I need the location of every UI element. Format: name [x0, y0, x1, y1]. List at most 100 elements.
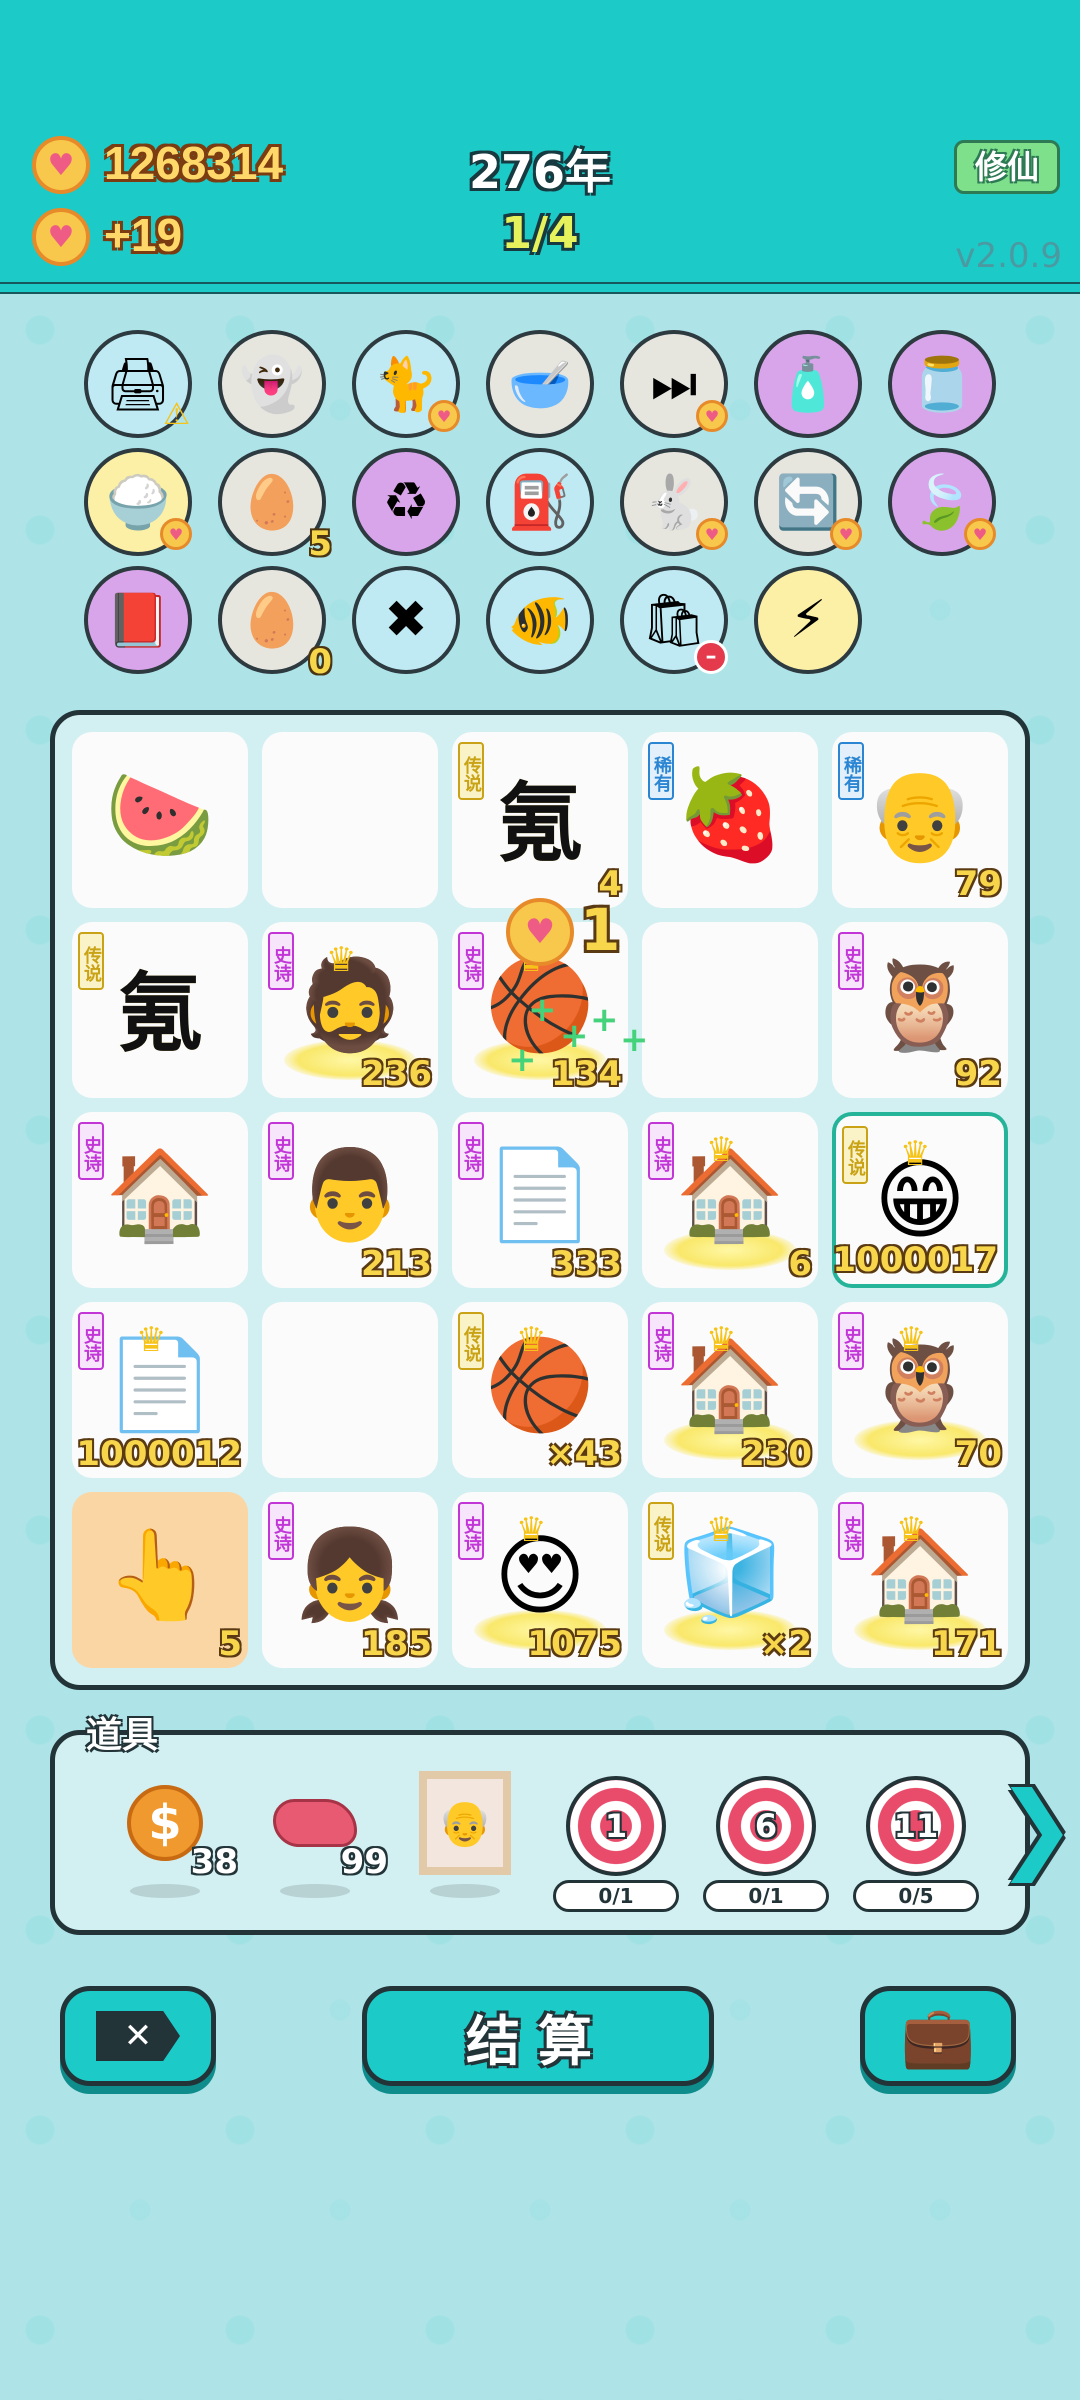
heart-badge-icon: ♥: [830, 518, 862, 550]
target-label: 6: [754, 1807, 778, 1845]
lightning-glyph: ⚡: [789, 590, 827, 650]
board-tile-watermelon[interactable]: 🍉: [72, 732, 248, 908]
prop-coin-token[interactable]: $ 38: [110, 1778, 238, 1898]
board-tile-rabbit-house[interactable]: 🏠 史诗: [72, 1112, 248, 1288]
board-tile-bearded-king[interactable]: 🧔 ♛ 史诗 236: [262, 922, 438, 1098]
cultivation-mode-button[interactable]: 修仙: [954, 140, 1060, 194]
board-tile-empty[interactable]: [262, 1302, 438, 1478]
egg-tray-glyph: 🥚: [239, 472, 305, 533]
tile-count: 236: [361, 1054, 432, 1094]
target-6[interactable]: 6: [716, 1776, 816, 1876]
recycle-icon[interactable]: ♻: [352, 448, 460, 556]
leaf-icon[interactable]: 🍃 ♥: [888, 448, 996, 556]
blocked-icon: –: [694, 640, 728, 674]
board-tile-qi-char[interactable]: 氪传说: [72, 922, 248, 1098]
jar-icon[interactable]: 🫙: [888, 330, 996, 438]
crown-icon: ♛: [136, 1320, 167, 1360]
cat-icon[interactable]: 🐈 ♥: [352, 330, 460, 438]
board-tile-old-man-face[interactable]: 👨 史诗 213: [262, 1112, 438, 1288]
board-tile-basketball-king[interactable]: 🏀 ♛ 传说 ×43: [452, 1302, 628, 1478]
skip-icon[interactable]: ⏭ ♥: [620, 330, 728, 438]
settle-button[interactable]: 结算: [362, 1986, 714, 2086]
crown-icon: ♛: [900, 1134, 931, 1174]
rarity-tag: 稀有: [648, 742, 674, 800]
income-heart-icon: ♥: [32, 208, 90, 266]
heart-badge-icon: ♥: [696, 518, 728, 550]
ghost-icon[interactable]: 👻: [218, 330, 326, 438]
board-tile-ctrl-c-ctrl-v-king[interactable]: 📄 ♛ 史诗 1000012: [72, 1302, 248, 1478]
rarity-tag: 史诗: [78, 1312, 104, 1370]
warning-icon: ⚠: [163, 397, 190, 432]
reward-amount: 1: [580, 896, 621, 964]
rarity-tag: 传说: [78, 932, 104, 990]
pump-glyph: ⛽: [507, 472, 573, 533]
board-tile-rabbit-house-king[interactable]: 🏠 ♛ 史诗 6: [642, 1112, 818, 1288]
prop-shadow: [430, 1884, 500, 1898]
printer-glyph: 🖨: [104, 354, 171, 415]
fish-tank-icon[interactable]: 🐠: [486, 566, 594, 674]
rarity-tag: 稀有: [838, 742, 864, 800]
crown-icon: ♛: [516, 1510, 547, 1550]
exit-button[interactable]: ✕: [60, 1986, 216, 2086]
tile-count: ×2: [759, 1624, 812, 1664]
board-tile-old-owl[interactable]: 🦉 史诗 92: [832, 922, 1008, 1098]
rice-bowl-glyph: 🍚: [105, 472, 171, 533]
empty-art: [262, 740, 438, 890]
refresh-icon[interactable]: 🔄 ♥: [754, 448, 862, 556]
spray-bottle-glyph: 🧴: [775, 354, 841, 415]
target-1[interactable]: 1: [566, 1776, 666, 1876]
board-tile-bald-man[interactable]: 👴 稀有 79: [832, 732, 1008, 908]
prop-shadow: [280, 1884, 350, 1898]
board-tile-ctrl-c-ctrl-v[interactable]: 📄 史诗 333: [452, 1112, 628, 1288]
board-tile-empty[interactable]: [642, 922, 818, 1098]
board-tile-braided-girl[interactable]: 👧 史诗 185: [262, 1492, 438, 1668]
sparkle-plus-icon: +: [560, 1016, 589, 1056]
prop-liver[interactable]: 99: [260, 1778, 388, 1898]
board-tile-fridge-king[interactable]: 🧊 ♛ 传说 ×2: [642, 1492, 818, 1668]
tile-count: 185: [361, 1624, 432, 1664]
rarity-tag: 史诗: [838, 932, 864, 990]
printer-icon[interactable]: 🖨 ⚠: [84, 330, 192, 438]
rarity-tag: 传说: [648, 1502, 674, 1560]
board-tile-pointing-hand[interactable]: 👆 5: [72, 1492, 248, 1668]
board-tile-empty[interactable]: [262, 732, 438, 908]
tile-count: 213: [361, 1244, 432, 1284]
board-tile-love-bearded-king[interactable]: 😍 ♛ 史诗 1075: [452, 1492, 628, 1668]
board-tile-owl-king[interactable]: 🦉 ♛ 史诗 70: [832, 1302, 1008, 1478]
empty-art: [262, 1310, 438, 1460]
spray-bottle-icon[interactable]: 🧴: [754, 330, 862, 438]
pet-bowl-icon[interactable]: 🥣: [486, 330, 594, 438]
rabbit-icon[interactable]: 🐇 ♥: [620, 448, 728, 556]
tile-count: 6: [788, 1244, 812, 1284]
rarity-tag: 传说: [842, 1126, 868, 1184]
egg-tray-empty-icon[interactable]: 🥚 0: [218, 566, 332, 682]
board-tile-qi-char[interactable]: 氪传说 4: [452, 732, 628, 908]
next-arrow-icon[interactable]: ❯: [996, 1772, 1076, 1882]
egg-tray-icon[interactable]: 🥚 5: [218, 448, 332, 564]
leaf-glyph: 🍃: [909, 472, 975, 533]
crown-icon: ♛: [706, 1510, 737, 1550]
pump-icon[interactable]: ⛽: [486, 448, 594, 556]
time-magazine-icon[interactable]: 📕: [84, 566, 192, 674]
stage-progress: 1/4: [501, 208, 579, 259]
rarity-tag: 史诗: [268, 1122, 294, 1180]
prop-portrait-frame[interactable]: 👴: [410, 1771, 520, 1898]
time-magazine-glyph: 📕: [105, 590, 171, 651]
rice-bowl-icon[interactable]: 🍚 ♥: [84, 448, 192, 556]
chopsticks-icon[interactable]: ✖: [352, 566, 460, 674]
tile-count: 92: [954, 1054, 1002, 1094]
tile-count: 1000017: [832, 1240, 998, 1280]
rabbit-glyph: 🐇: [641, 472, 707, 533]
coin-total: 1268314: [104, 137, 284, 189]
crown-icon: ♛: [326, 940, 357, 980]
board-tile-rabbit-house-king[interactable]: 🏠 ♛ 史诗 230: [642, 1302, 818, 1478]
lightning-icon[interactable]: ⚡: [754, 566, 862, 674]
portrait-frame-icon: 👴: [410, 1771, 520, 1875]
trash-bag-icon[interactable]: 🛍 –: [620, 566, 728, 674]
board-tile-grinning-king[interactable]: 😁 ♛ 传说 1000017: [832, 1112, 1008, 1288]
target-11[interactable]: 11: [866, 1776, 966, 1876]
chopsticks-glyph: ✖: [384, 590, 428, 650]
bag-button[interactable]: 💼: [860, 1986, 1016, 2086]
board-tile-lychee[interactable]: 🍓 稀有: [642, 732, 818, 908]
board-tile-rabbit-house-king[interactable]: 🏠 ♛ 史诗 171: [832, 1492, 1008, 1668]
